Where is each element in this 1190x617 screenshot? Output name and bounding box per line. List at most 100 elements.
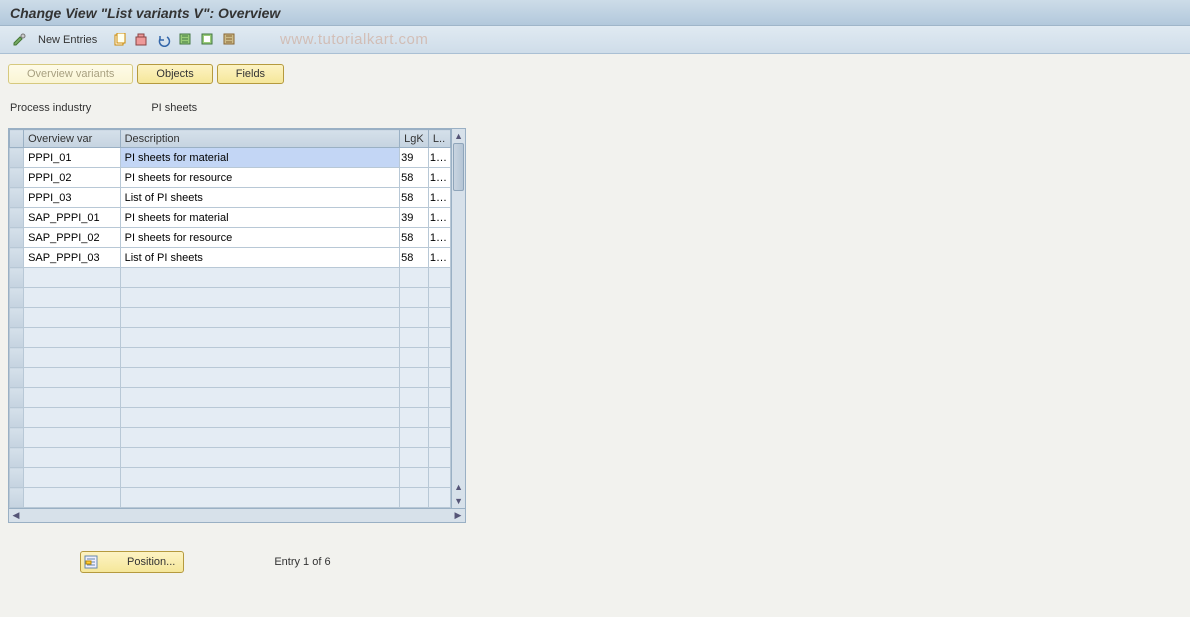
overview-var-input[interactable] (24, 328, 120, 347)
lgk-input[interactable] (400, 228, 428, 247)
overview-var-input[interactable] (24, 468, 120, 487)
copy-icon[interactable] (111, 31, 129, 49)
description-input[interactable] (121, 388, 400, 407)
l-input[interactable] (429, 468, 450, 487)
l-input[interactable] (429, 368, 450, 387)
tab-objects[interactable]: Objects (137, 64, 212, 84)
toggle-display-change-icon[interactable] (10, 31, 28, 49)
l-input[interactable] (429, 408, 450, 427)
l-input[interactable] (429, 208, 450, 227)
row-selector[interactable] (10, 228, 24, 248)
overview-var-input[interactable] (24, 308, 120, 327)
col-header-l[interactable]: L.. (428, 130, 450, 148)
l-input[interactable] (429, 488, 450, 507)
overview-var-input[interactable] (24, 168, 120, 187)
row-selector[interactable] (10, 168, 24, 188)
description-input[interactable] (121, 248, 400, 267)
row-selector[interactable] (10, 448, 24, 468)
row-selector[interactable] (10, 328, 24, 348)
description-input[interactable] (121, 208, 400, 227)
lgk-input[interactable] (400, 268, 428, 287)
l-input[interactable] (429, 308, 450, 327)
col-header-lgk[interactable]: LgK (400, 130, 429, 148)
description-input[interactable] (121, 368, 400, 387)
lgk-input[interactable] (400, 368, 428, 387)
overview-var-input[interactable] (24, 208, 120, 227)
l-input[interactable] (429, 188, 450, 207)
l-input[interactable] (429, 228, 450, 247)
vertical-scrollbar[interactable]: ▲ ▲ ▼ (451, 129, 465, 508)
overview-var-input[interactable] (24, 488, 120, 507)
select-block-icon[interactable] (199, 31, 217, 49)
row-selector[interactable] (10, 288, 24, 308)
overview-var-input[interactable] (24, 408, 120, 427)
lgk-input[interactable] (400, 248, 428, 267)
scroll-up-icon[interactable]: ▲ (453, 129, 465, 143)
overview-var-input[interactable] (24, 268, 120, 287)
description-input[interactable] (121, 308, 400, 327)
undo-icon[interactable] (155, 31, 173, 49)
l-input[interactable] (429, 148, 450, 167)
scroll-right-icon[interactable]: ▶ (451, 510, 465, 522)
overview-var-input[interactable] (24, 248, 120, 267)
description-input[interactable] (121, 228, 400, 247)
overview-var-input[interactable] (24, 388, 120, 407)
lgk-input[interactable] (400, 488, 428, 507)
delete-icon[interactable] (133, 31, 151, 49)
l-input[interactable] (429, 288, 450, 307)
row-selector[interactable] (10, 188, 24, 208)
new-entries-button[interactable]: New Entries (32, 32, 103, 48)
row-selector[interactable] (10, 148, 24, 168)
overview-var-input[interactable] (24, 228, 120, 247)
l-input[interactable] (429, 348, 450, 367)
horizontal-scrollbar[interactable]: ◀ ▶ (8, 509, 466, 523)
row-selector[interactable] (10, 368, 24, 388)
overview-var-input[interactable] (24, 448, 120, 467)
lgk-input[interactable] (400, 308, 428, 327)
description-input[interactable] (121, 268, 400, 287)
tab-fields[interactable]: Fields (217, 64, 284, 84)
lgk-input[interactable] (400, 148, 428, 167)
row-selector[interactable] (10, 468, 24, 488)
description-input[interactable] (121, 148, 400, 167)
row-selector[interactable] (10, 348, 24, 368)
description-input[interactable] (121, 168, 400, 187)
lgk-input[interactable] (400, 468, 428, 487)
description-input[interactable] (121, 348, 400, 367)
overview-var-input[interactable] (24, 348, 120, 367)
lgk-input[interactable] (400, 408, 428, 427)
lgk-input[interactable] (400, 168, 428, 187)
position-button[interactable]: Position... (80, 551, 184, 573)
l-input[interactable] (429, 448, 450, 467)
l-input[interactable] (429, 168, 450, 187)
overview-var-input[interactable] (24, 148, 120, 167)
description-input[interactable] (121, 428, 400, 447)
row-selector[interactable] (10, 248, 24, 268)
lgk-input[interactable] (400, 428, 428, 447)
overview-var-input[interactable] (24, 188, 120, 207)
lgk-input[interactable] (400, 208, 428, 227)
tab-overview-variants[interactable]: Overview variants (8, 64, 133, 84)
row-selector[interactable] (10, 408, 24, 428)
hscroll-track[interactable] (23, 509, 451, 522)
description-input[interactable] (121, 408, 400, 427)
select-all-icon[interactable] (177, 31, 195, 49)
description-input[interactable] (121, 448, 400, 467)
col-header-overview-var[interactable]: Overview var (24, 130, 121, 148)
l-input[interactable] (429, 428, 450, 447)
overview-var-input[interactable] (24, 428, 120, 447)
description-input[interactable] (121, 288, 400, 307)
deselect-all-icon[interactable] (221, 31, 239, 49)
l-input[interactable] (429, 248, 450, 267)
lgk-input[interactable] (400, 328, 428, 347)
description-input[interactable] (121, 328, 400, 347)
vscroll-track[interactable] (452, 143, 465, 480)
row-selector[interactable] (10, 308, 24, 328)
vscroll-thumb[interactable] (453, 143, 464, 191)
description-input[interactable] (121, 488, 400, 507)
row-selector[interactable] (10, 388, 24, 408)
overview-var-input[interactable] (24, 368, 120, 387)
description-input[interactable] (121, 468, 400, 487)
lgk-input[interactable] (400, 188, 428, 207)
scroll-down-icon[interactable]: ▼ (453, 494, 465, 508)
